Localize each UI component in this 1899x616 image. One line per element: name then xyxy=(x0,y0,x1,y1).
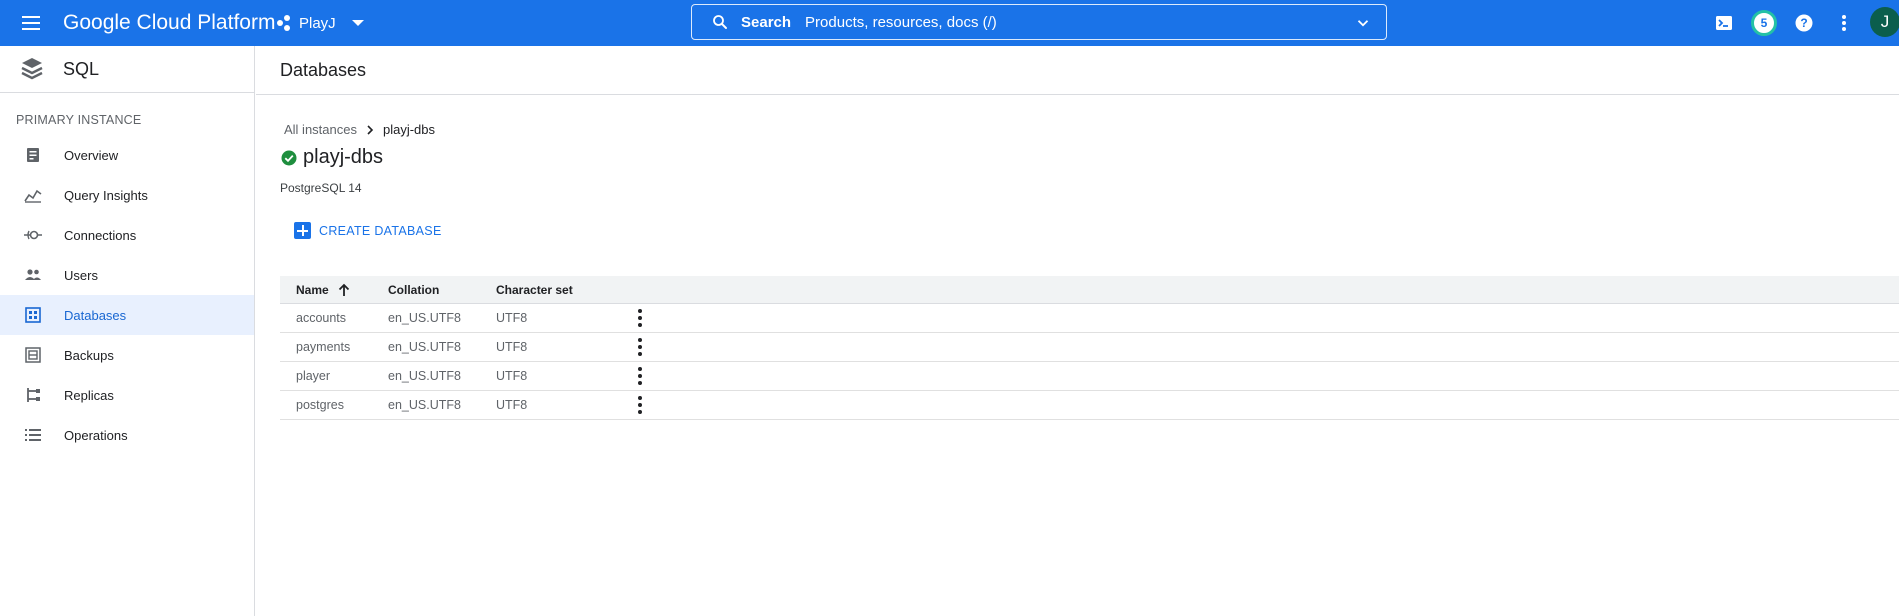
character-set-cell: UTF8 xyxy=(496,311,528,325)
main-menu-button[interactable] xyxy=(19,11,43,35)
collation-cell: en_US.UTF8 xyxy=(388,311,461,325)
connections-icon xyxy=(24,226,42,244)
collation-cell: en_US.UTF8 xyxy=(388,398,461,412)
sidebar-item-label: Query Insights xyxy=(64,187,148,203)
row-actions-more-vert-icon[interactable] xyxy=(630,336,650,358)
sidebar-item-label: Connections xyxy=(64,227,137,243)
character-set-cell: UTF8 xyxy=(496,398,528,412)
create-database-label: CREATE DATABASE xyxy=(319,223,442,238)
nav-list: Overview Query Insights Connections User… xyxy=(0,135,254,455)
project-name: PlayJ xyxy=(299,14,336,32)
sidebar-item-label: Overview xyxy=(64,147,119,163)
replicas-icon xyxy=(24,386,42,404)
breadcrumb: All instances playj-dbs xyxy=(284,122,435,137)
sidebar-item-label: Databases xyxy=(64,307,127,323)
sidebar-item-connections[interactable]: Connections xyxy=(0,215,254,255)
help-icon[interactable]: ? xyxy=(1792,11,1816,35)
instance-version: PostgreSQL 14 xyxy=(280,181,362,195)
breadcrumb-all-instances-link[interactable]: All instances xyxy=(284,122,357,137)
sidebar-item-label: Backups xyxy=(64,347,114,363)
operations-icon xyxy=(24,426,42,444)
row-actions-more-vert-icon[interactable] xyxy=(630,394,650,416)
row-actions-more-vert-icon[interactable] xyxy=(630,307,650,329)
table-header-row: Name Collation Character set xyxy=(280,276,1899,304)
notifications-badge[interactable]: 5 xyxy=(1751,10,1777,36)
search-icon xyxy=(713,15,727,29)
page-header: Databases xyxy=(256,46,1899,95)
column-header-character-set[interactable]: Character set xyxy=(496,283,636,297)
column-header-name[interactable]: Name xyxy=(296,283,388,297)
project-picker[interactable]: PlayJ xyxy=(277,10,364,36)
project-icon xyxy=(277,15,293,31)
add-box-icon xyxy=(294,222,311,239)
column-header-collation[interactable]: Collation xyxy=(388,283,496,297)
character-set-cell: UTF8 xyxy=(496,369,528,383)
section-heading: PRIMARY INSTANCE xyxy=(16,113,142,127)
sidebar-item-label: Replicas xyxy=(64,387,114,403)
page-title: Databases xyxy=(280,59,367,80)
instance-name: playj-dbs xyxy=(303,146,384,168)
breadcrumb-current: playj-dbs xyxy=(382,122,436,137)
database-name-cell: postgres xyxy=(296,398,344,412)
sidebar-item-replicas[interactable]: Replicas xyxy=(0,375,254,415)
more-vert-icon[interactable] xyxy=(1832,11,1856,35)
databases-table: Name Collation Character set accounts en… xyxy=(280,276,1899,420)
main-content: Databases All instances playj-dbs playj-… xyxy=(256,46,1899,616)
database-name-cell: player xyxy=(296,369,331,383)
left-navigation: SQL PRIMARY INSTANCE Overview Query Insi… xyxy=(0,46,255,616)
insights-icon xyxy=(24,186,42,204)
brand-title[interactable]: Google Cloud Platform xyxy=(63,11,275,35)
table-row: player en_US.UTF8 UTF8 xyxy=(280,362,1899,391)
sidebar-item-backups[interactable]: Backups xyxy=(0,335,254,375)
backups-icon xyxy=(24,346,42,364)
table-row: payments en_US.UTF8 UTF8 xyxy=(280,333,1899,362)
search-input[interactable]: Search Products, resources, docs (/) xyxy=(691,4,1387,40)
cloud-shell-icon[interactable] xyxy=(1712,11,1736,35)
database-name-cell: accounts xyxy=(296,311,347,325)
character-set-cell: UTF8 xyxy=(496,340,528,354)
users-icon xyxy=(24,266,42,284)
create-database-button[interactable]: CREATE DATABASE xyxy=(294,222,442,239)
collation-cell: en_US.UTF8 xyxy=(388,340,461,354)
top-app-bar: Google Cloud Platform PlayJ Search Produ… xyxy=(0,0,1899,46)
chevron-right-icon xyxy=(367,124,374,135)
overview-icon xyxy=(24,146,42,164)
avatar[interactable]: J xyxy=(1870,7,1899,37)
sidebar-item-operations[interactable]: Operations xyxy=(0,415,254,455)
collation-cell: en_US.UTF8 xyxy=(388,369,461,383)
product-name: SQL xyxy=(63,58,100,79)
databases-icon xyxy=(24,306,42,324)
sql-product-icon xyxy=(21,58,43,80)
search-expand-chevron-icon[interactable] xyxy=(1354,14,1372,32)
table-row: accounts en_US.UTF8 UTF8 xyxy=(280,304,1899,333)
sort-ascending-arrow-icon xyxy=(338,283,349,296)
sidebar-item-query-insights[interactable]: Query Insights xyxy=(0,175,254,215)
chevron-down-icon xyxy=(351,20,364,26)
row-actions-more-vert-icon[interactable] xyxy=(630,365,650,387)
database-name-cell: payments xyxy=(296,340,351,354)
product-header: SQL xyxy=(0,46,254,93)
sidebar-item-databases[interactable]: Databases xyxy=(0,295,254,335)
table-row: postgres en_US.UTF8 UTF8 xyxy=(280,391,1899,420)
check-circle-icon xyxy=(281,150,297,165)
sidebar-item-label: Users xyxy=(64,267,98,283)
search-label: Search xyxy=(741,13,792,31)
sidebar-item-overview[interactable]: Overview xyxy=(0,135,254,175)
sidebar-item-label: Operations xyxy=(64,427,128,443)
column-header-label: Name xyxy=(296,282,329,297)
search-placeholder: Products, resources, docs (/) xyxy=(805,13,997,31)
svg-text:?: ? xyxy=(1800,16,1807,30)
instance-title: playj-dbs xyxy=(281,146,383,169)
sidebar-item-users[interactable]: Users xyxy=(0,255,254,295)
